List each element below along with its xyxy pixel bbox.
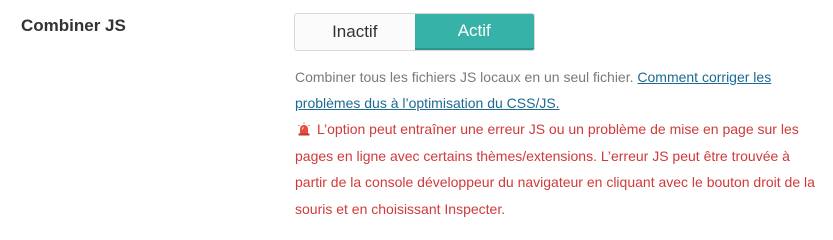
setting-label: Combiner JS (21, 16, 126, 35)
combine-js-toggle: Inactif Actif (294, 13, 535, 51)
warning-message: L’option peut entraîner une erreur JS ou… (295, 116, 825, 222)
active-option-button[interactable]: Actif (414, 14, 534, 50)
warning-text: L’option peut entraîner une erreur JS ou… (295, 121, 815, 217)
description-text: Combiner tous les fichiers JS locaux en … (295, 69, 638, 85)
setting-description: Combiner tous les fichiers JS locaux en … (295, 64, 815, 116)
inactive-option-button[interactable]: Inactif (295, 14, 415, 50)
alarm-light-icon (297, 118, 311, 136)
